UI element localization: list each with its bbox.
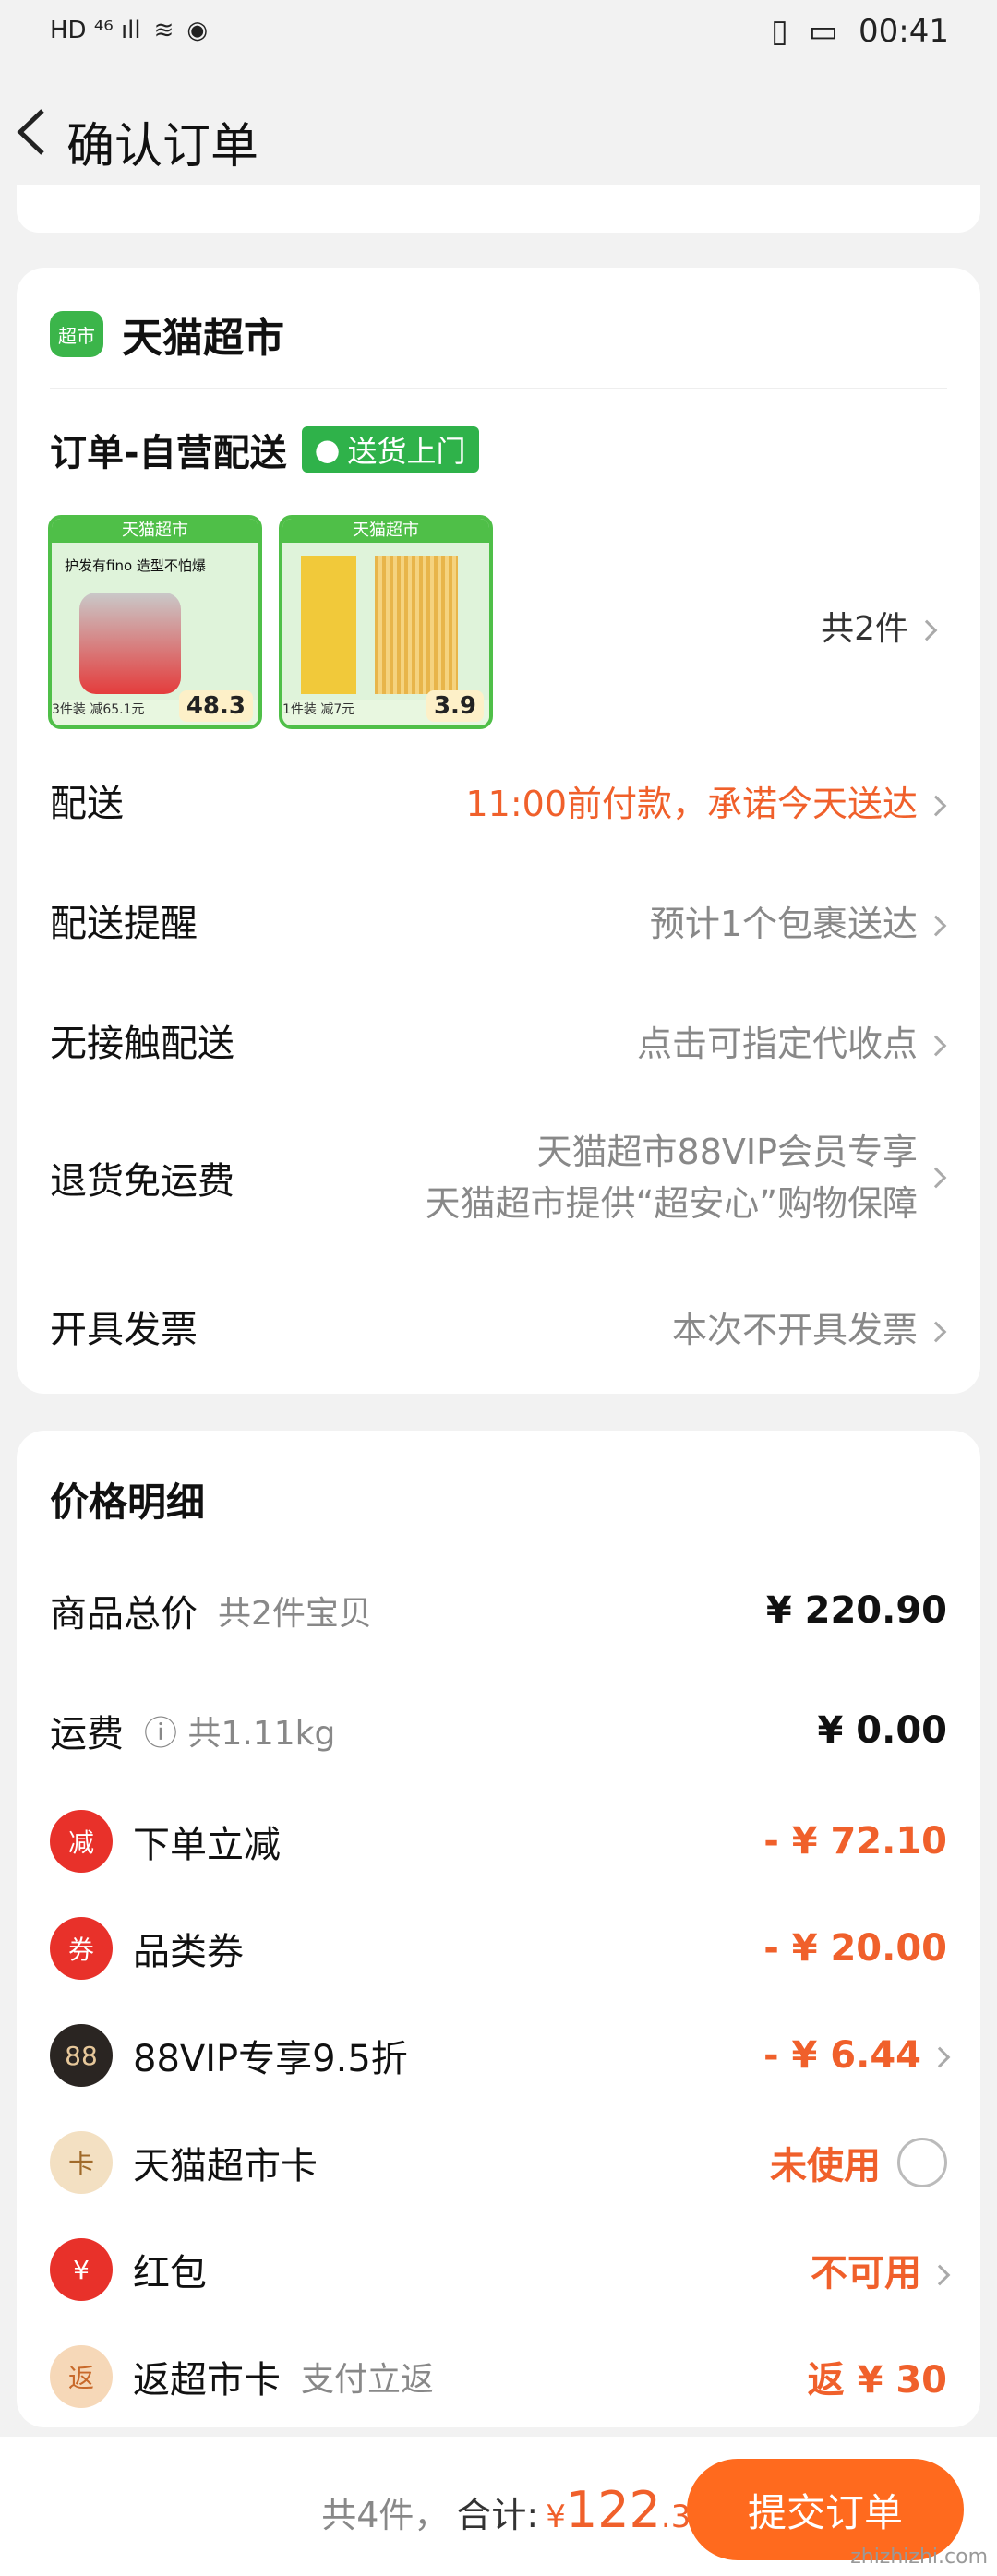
delivery-tag: ● 送货上门 — [301, 426, 479, 473]
discount-row-cashback: 返返超市卡 支付立返 返 ¥ 30 — [50, 2344, 947, 2409]
chevron-right-icon — [925, 795, 947, 817]
price-detail-card: 价格明细 商品总价 共2件宝贝 ¥ 220.90 运费 ⓘ 共1.11kg ¥ 0.… — [17, 1431, 980, 2427]
total-summary: 共4件， 合计: ¥122.36 — [321, 2481, 711, 2539]
use-card-radio[interactable] — [897, 2138, 947, 2187]
chevron-right-icon — [925, 1321, 947, 1343]
product-image — [301, 556, 356, 694]
nav-bar: 确认订单 — [0, 79, 997, 190]
product-image — [375, 556, 458, 694]
checkout-bar: 共4件， 合计: ¥122.36 提交订单 zhizhizhi.com — [0, 2437, 997, 2576]
row-invoice[interactable]: 开具发票 本次不开具发票 — [50, 1300, 947, 1353]
coupon-icon: 券 — [50, 1917, 113, 1980]
goods-total-row: 商品总价 共2件宝贝 ¥ 220.90 — [50, 1589, 947, 1635]
signal-icons: HD ⁴⁶ ıll — [50, 17, 141, 44]
item-count[interactable]: 共2件 — [821, 602, 938, 650]
chevron-left-icon — [17, 109, 44, 155]
status-bar: HD ⁴⁶ ıll ≋ ◉ ▯ ▭ 00:41 — [0, 0, 997, 70]
chevron-right-icon — [916, 619, 938, 641]
chevron-right-icon — [925, 1035, 947, 1057]
card-icon: 卡 — [50, 2131, 113, 2194]
discount-row-vip[interactable]: 88 88VIP专享9.5折 - ¥ 6.44 — [50, 2023, 951, 2088]
thumb-banner: 天猫超市 — [52, 519, 258, 543]
discount-row-order: 减下单立减 - ¥ 72.10 — [50, 1809, 947, 1874]
thumb-banner: 天猫超市 — [282, 519, 489, 543]
store-name: 天猫超市 — [122, 315, 284, 362]
row-contactless[interactable]: 无接触配送 点击可指定代收点 — [50, 1013, 947, 1067]
product-image — [79, 593, 181, 694]
status-right: ▯ ▭ 00:41 — [771, 13, 949, 50]
status-left: HD ⁴⁶ ıll ≋ ◉ — [50, 17, 208, 44]
discount-row-coupon: 券品类券 - ¥ 20.00 — [50, 1916, 947, 1981]
chevron-right-icon — [925, 915, 947, 937]
vibrate-icon: ▯ — [771, 13, 788, 50]
person-icon: ● — [314, 432, 341, 467]
cashback-icon: 返 — [50, 2345, 113, 2408]
chevron-right-icon — [925, 1167, 947, 1189]
row-return-freight[interactable]: 退货免运费 天猫超市88VIP会员专享 天猫超市提供“超安心”购物保障 — [50, 1126, 947, 1229]
thumb-price: 48.3 — [178, 690, 253, 722]
discount-icon: 减 — [50, 1810, 113, 1873]
thumb-price: 3.9 — [426, 690, 484, 722]
page-title: 确认订单 — [66, 119, 259, 174]
row-delivery[interactable]: 配送 11:00前付款，承诺今天送达 — [50, 773, 947, 827]
order-card: 超市 天猫超市 订单-自营配送 ● 送货上门 天猫超市 护发有fino 造型不怕… — [17, 268, 980, 1394]
freight-row: 运费 ⓘ 共1.11kg ¥ 0.00 — [50, 1709, 947, 1755]
product-thumb[interactable]: 天猫超市 1件装 减7元 3.9 — [279, 515, 493, 729]
row-delivery-reminder[interactable]: 配送提醒 预计1个包裹送达 — [50, 893, 947, 947]
clock: 00:41 — [859, 13, 949, 50]
divider — [50, 388, 947, 389]
discount-row-redpacket[interactable]: ¥ 红包 不可用 — [50, 2237, 951, 2302]
help-icon: ⓘ — [144, 1715, 178, 1753]
vip88-icon: 88 — [50, 2024, 113, 2087]
store-logo-icon: 超市 — [50, 311, 103, 357]
order-title: 订单-自营配送 — [50, 432, 287, 474]
price-detail-title: 价格明细 — [50, 1480, 206, 1525]
product-thumb[interactable]: 天猫超市 护发有fino 造型不怕爆 3件装 减65.1元 48.3 — [48, 515, 262, 729]
chevron-right-icon — [929, 2046, 951, 2068]
back-button[interactable] — [13, 100, 68, 164]
redpacket-icon: ¥ — [50, 2238, 113, 2301]
chevron-right-icon — [929, 2264, 951, 2286]
delivery-tag-label: 送货上门 — [347, 434, 466, 469]
discount-row-card[interactable]: 卡天猫超市卡 未使用 — [50, 2130, 947, 2195]
watermark: zhizhizhi.com — [850, 2546, 988, 2569]
eye-icon: ◉ — [186, 17, 209, 44]
product-thumbnails[interactable]: 天猫超市 护发有fino 造型不怕爆 3件装 减65.1元 48.3 天猫超市 … — [48, 515, 493, 729]
store-header[interactable]: 超市 天猫超市 — [50, 305, 284, 364]
order-type-row: 订单-自营配送 ● 送货上门 — [50, 423, 479, 476]
thumb-caption: 护发有fino 造型不怕爆 — [65, 557, 206, 574]
battery-icon: ▭ — [808, 13, 839, 50]
previous-card-edge — [17, 185, 980, 233]
wifi-icon: ≋ — [153, 17, 174, 44]
